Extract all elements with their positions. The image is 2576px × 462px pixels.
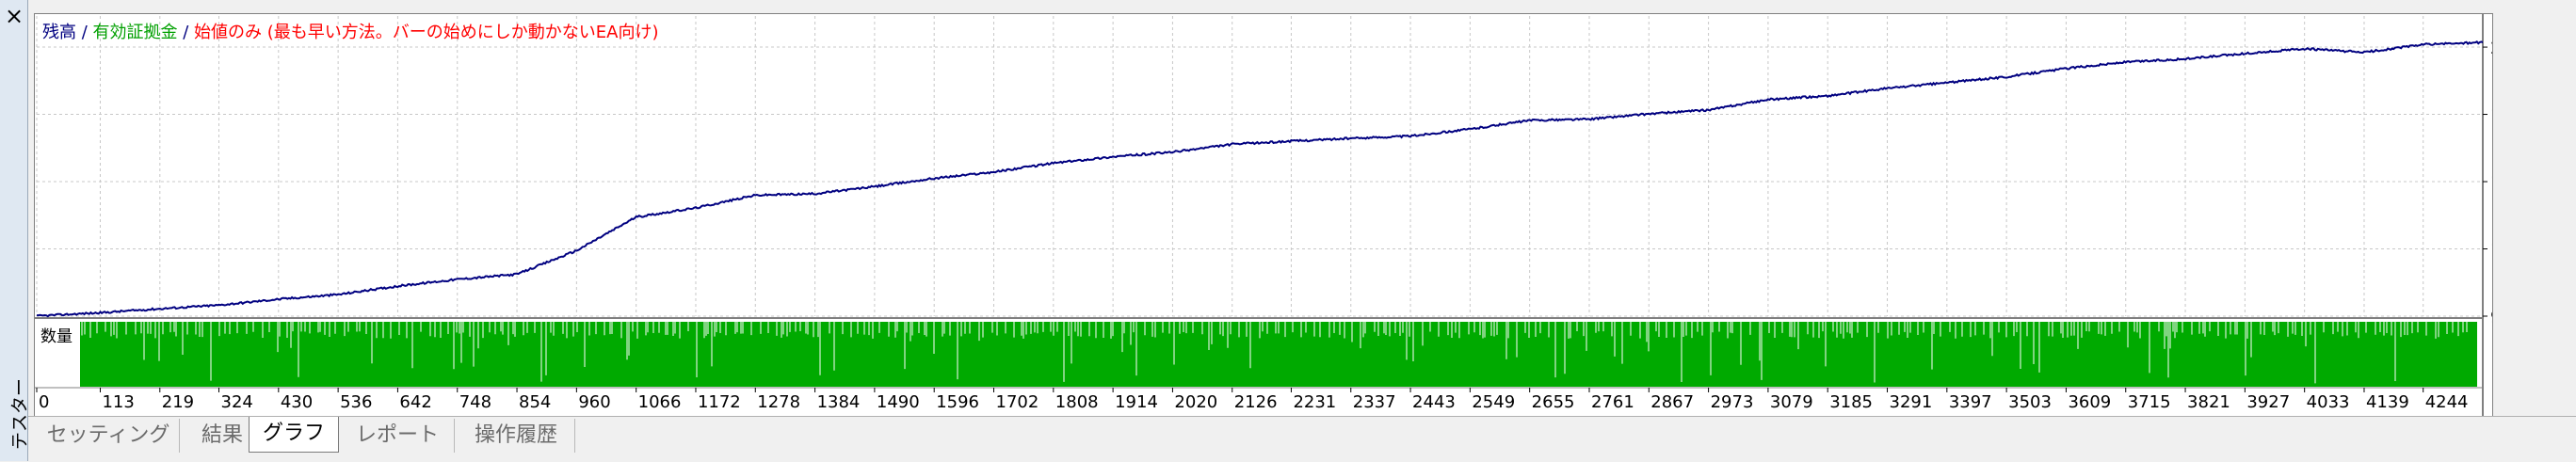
- x-tick-label: 4139: [2366, 392, 2409, 412]
- x-tick-label: 1066: [638, 392, 682, 412]
- x-tick-label: 960: [578, 392, 610, 412]
- legend-equity: 有効証拠金: [92, 23, 178, 42]
- x-tick-label: 1702: [996, 392, 1039, 412]
- x-tick-label: 1596: [936, 392, 979, 412]
- y-tick-label: 929919: [2490, 308, 2492, 327]
- tab-operation-history[interactable]: 操作履歴: [458, 419, 575, 453]
- volume-label: 数量: [40, 323, 72, 346]
- x-tick-label: 2655: [1532, 392, 1575, 412]
- x-tick-label: 3079: [1770, 392, 1813, 412]
- x-tick-label: 748: [459, 392, 491, 412]
- x-tick-label: 113: [102, 392, 134, 412]
- x-tick-label: 4033: [2307, 392, 2350, 412]
- legend-balance: 残高: [42, 23, 76, 42]
- y-axis-ticks: 929919 1248145 1566372 1884598 2202824: [2483, 39, 2492, 327]
- y-tick-label: 1884598: [2490, 106, 2492, 126]
- legend-mode-note: 始値のみ (最も早い方法。バーの始めにしか動かないEA向け): [194, 23, 659, 42]
- tab-bar: セッティング 結果 グラフ レポート 操作履歴: [28, 416, 2576, 462]
- tester-panel-title: テスター: [9, 377, 30, 450]
- balance-series: [37, 40, 2484, 318]
- y-tick-label: 2202824: [2490, 39, 2492, 58]
- x-tick-label: 2443: [1412, 392, 1456, 412]
- x-tick-label: 1384: [817, 392, 861, 412]
- x-tick-label: 1172: [698, 392, 741, 412]
- x-tick-label: 3927: [2246, 392, 2290, 412]
- x-tick-label: 2020: [1174, 392, 1217, 412]
- close-icon[interactable]: ×: [2, 4, 26, 28]
- x-tick-label: 3185: [1829, 392, 1873, 412]
- x-tick-label: 2761: [1591, 392, 1634, 412]
- x-tick-label: 430: [281, 392, 313, 412]
- tab-report[interactable]: レポート: [341, 419, 455, 453]
- x-tick-label: 3503: [2008, 392, 2052, 412]
- tab-settings[interactable]: セッティング: [38, 419, 180, 453]
- x-tick-label: 2126: [1234, 392, 1278, 412]
- chart-panel: 0 113 219 324 430 536 642 748 854 960 1066 1172 1278…: [34, 13, 2493, 418]
- x-tick-label: 3609: [2068, 392, 2111, 412]
- x-tick-label: 324: [221, 392, 253, 412]
- x-tick-label: 1278: [757, 392, 800, 412]
- x-tick-label: 3715: [2128, 392, 2171, 412]
- balance-chart: 0 113 219 324 430 536 642 748 854 960 1066 1172 1278…: [35, 14, 2492, 417]
- volume-bars: [80, 322, 2477, 387]
- x-tick-label: 536: [340, 392, 372, 412]
- x-tick-label: 219: [162, 392, 194, 412]
- tab-graph[interactable]: グラフ: [249, 417, 339, 453]
- x-tick-label: 642: [399, 392, 431, 412]
- x-tick-label: 2231: [1293, 392, 1336, 412]
- x-tick-label: 4244: [2425, 392, 2469, 412]
- x-tick-label: 1490: [877, 392, 920, 412]
- y-tick-label: 1566372: [2490, 173, 2492, 193]
- legend-separator: /: [76, 23, 93, 42]
- x-tick-label: 1914: [1115, 392, 1158, 412]
- x-tick-label: 3397: [1949, 392, 1992, 412]
- x-tick-label: 2337: [1353, 392, 1396, 412]
- tester-sidebar: × テスター: [0, 0, 30, 461]
- x-tick-label: 2549: [1472, 392, 1515, 412]
- x-tick-label: 0: [39, 392, 49, 412]
- x-tick-label: 2973: [1711, 392, 1754, 412]
- x-tick-label: 1808: [1055, 392, 1099, 412]
- balance-line: [37, 40, 2484, 318]
- x-tick-label: 2867: [1650, 392, 1694, 412]
- chart-legend: 残高 / 有効証拠金 / 始値のみ (最も早い方法。バーの始めにしか動かないEA…: [42, 19, 658, 43]
- x-tick-label: 854: [519, 392, 551, 412]
- x-axis-ticks: 0 113 219 324 430 536 642 748 854 960 1066 1172 1278…: [36, 388, 2469, 412]
- x-tick-label: 3821: [2187, 392, 2230, 412]
- x-tick-label: 3291: [1890, 392, 1933, 412]
- y-tick-label: 1248145: [2490, 241, 2492, 261]
- legend-separator: /: [177, 23, 195, 42]
